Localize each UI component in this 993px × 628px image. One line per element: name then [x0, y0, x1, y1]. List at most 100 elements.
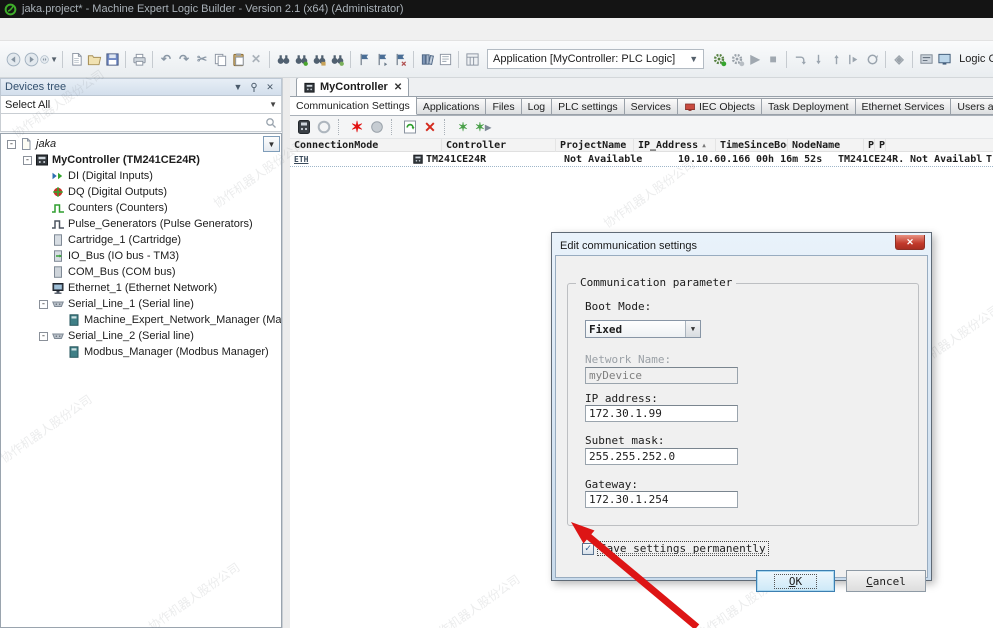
devices-search-input[interactable]: [5, 117, 265, 129]
open-file-icon[interactable]: [85, 50, 103, 68]
table-column-header[interactable]: Controller: [442, 139, 556, 152]
menu-item[interactable]: [24, 26, 42, 32]
table-column-header[interactable]: TimeSinceBoot: [716, 139, 788, 152]
blink-icon[interactable]: ✶: [347, 117, 367, 137]
table-column-header[interactable]: ConnectionMode: [290, 139, 442, 152]
tree-item[interactable]: - Serial_Line_2 (Serial line): [1, 328, 281, 344]
step-over-icon[interactable]: [791, 50, 809, 68]
tree-expander[interactable]: -: [7, 140, 16, 149]
tree-item[interactable]: IO_Bus (IO bus - TM3): [1, 248, 281, 264]
document-tab-mycontroller[interactable]: MyController ✕: [296, 78, 409, 96]
save-settings-checkbox[interactable]: ✓: [582, 543, 594, 555]
device-screen-icon[interactable]: [935, 50, 953, 68]
menu-item[interactable]: [96, 26, 114, 32]
tree-item[interactable]: Counters (Counters): [1, 200, 281, 216]
ok-button[interactable]: OK: [756, 570, 835, 592]
undo-icon[interactable]: ↶: [157, 50, 175, 68]
menu-item[interactable]: [42, 26, 60, 32]
tree-item[interactable]: Modbus_Manager (Modbus Manager): [1, 344, 281, 360]
save-icon[interactable]: [103, 50, 121, 68]
settings-tab[interactable]: IEC Objects: [678, 98, 762, 115]
device-catalog-icon[interactable]: [463, 50, 481, 68]
stop-icon[interactable]: ■: [764, 50, 782, 68]
navigate-icon[interactable]: ▼: [40, 50, 58, 68]
tree-item[interactable]: Machine_Expert_Network_Manager (Machine …: [1, 312, 281, 328]
tree-item[interactable]: - MyController (TM241CE24R): [1, 152, 281, 168]
refresh-icon[interactable]: [400, 117, 420, 137]
tree-dropdown-button[interactable]: ▼: [263, 136, 280, 152]
paste-icon[interactable]: [229, 50, 247, 68]
cancel-button[interactable]: Cancel: [846, 570, 926, 592]
gateway-icon[interactable]: [294, 117, 314, 137]
tree-item[interactable]: - jaka: [1, 136, 281, 152]
cut-icon[interactable]: ✂: [193, 50, 211, 68]
application-selector[interactable]: Application [MyController: PLC Logic] ▼: [487, 49, 704, 69]
menu-item[interactable]: [150, 26, 168, 32]
settings-tab[interactable]: Services: [625, 98, 678, 115]
tree-item[interactable]: DQ (Digital Outputs): [1, 184, 281, 200]
star-go-icon[interactable]: ✶▶: [473, 117, 493, 137]
menu-item[interactable]: [114, 26, 132, 32]
settings-tab[interactable]: Files: [486, 98, 521, 115]
tree-expander[interactable]: -: [23, 156, 32, 165]
bookmark-next-icon[interactable]: [373, 50, 391, 68]
ip-address-field[interactable]: 172.30.1.99: [585, 405, 738, 422]
wink-icon[interactable]: [367, 117, 387, 137]
logout-icon[interactable]: [728, 50, 746, 68]
bookmark-icon[interactable]: [355, 50, 373, 68]
step-out-icon[interactable]: [827, 50, 845, 68]
table-column-header[interactable]: NodeName: [788, 139, 864, 152]
table-column-header[interactable]: ProjectName: [556, 139, 634, 152]
replace-project-icon[interactable]: [328, 50, 346, 68]
tree-item[interactable]: Pulse_Generators (Pulse Generators): [1, 216, 281, 232]
find-icon[interactable]: [274, 50, 292, 68]
settings-tab[interactable]: Ethernet Services: [856, 98, 952, 115]
table-row[interactable]: ETH TM241CE24R Not Available 10.10.60.16…: [290, 152, 993, 167]
tree-item[interactable]: COM_Bus (COM bus): [1, 264, 281, 280]
settings-tab[interactable]: Communication Settings: [290, 97, 417, 115]
menu-item[interactable]: [168, 26, 186, 32]
save-settings-label[interactable]: Save settings permanently: [598, 542, 768, 555]
flow-control-icon[interactable]: [917, 50, 935, 68]
close-icon[interactable]: ✕: [263, 81, 277, 94]
quick-replace-icon[interactable]: [292, 50, 310, 68]
bookmark-clear-icon[interactable]: [391, 50, 409, 68]
tree-item[interactable]: Ethernet_1 (Ethernet Network): [1, 280, 281, 296]
step-into-icon[interactable]: [809, 50, 827, 68]
dialog-titlebar[interactable]: Edit communication settings ✕: [555, 236, 928, 255]
table-column-header[interactable]: ProjectAuthor: [864, 139, 875, 152]
search-project-icon[interactable]: [310, 50, 328, 68]
settings-tab[interactable]: Task Deployment: [762, 98, 856, 115]
table-column-header[interactable]: P: [875, 139, 886, 152]
forward-icon[interactable]: [22, 50, 40, 68]
pin-icon[interactable]: [247, 81, 261, 94]
back-icon[interactable]: [4, 50, 22, 68]
clear-icon[interactable]: ✕: [420, 117, 440, 137]
tree-expander[interactable]: -: [39, 332, 48, 341]
star-icon[interactable]: ✶: [453, 117, 473, 137]
reset-icon[interactable]: ◈: [890, 50, 908, 68]
connection-mode-link[interactable]: ETH: [294, 155, 308, 164]
tree-expander[interactable]: -: [39, 300, 48, 309]
tree-item[interactable]: Cartridge_1 (Cartridge): [1, 232, 281, 248]
gateway-field[interactable]: 172.30.1.254: [585, 491, 738, 508]
start-icon[interactable]: ▶: [746, 50, 764, 68]
subnet-mask-field[interactable]: 255.255.252.0: [585, 448, 738, 465]
login-icon[interactable]: [710, 50, 728, 68]
menu-item[interactable]: [60, 26, 78, 32]
print-icon[interactable]: [130, 50, 148, 68]
settings-tab[interactable]: Log: [522, 98, 553, 115]
settings-tab[interactable]: PLC settings: [552, 98, 625, 115]
menu-item[interactable]: [78, 26, 96, 32]
devices-filter-select[interactable]: Select All ▼: [0, 96, 282, 114]
library-icon[interactable]: [418, 50, 436, 68]
netscan-icon[interactable]: [314, 117, 334, 137]
single-cycle-icon[interactable]: [863, 50, 881, 68]
new-file-icon[interactable]: [67, 50, 85, 68]
tree-item[interactable]: DI (Digital Inputs): [1, 168, 281, 184]
menu-item[interactable]: [132, 26, 150, 32]
panel-menu-icon[interactable]: ▼: [231, 81, 245, 94]
delete-icon[interactable]: ✕: [247, 50, 265, 68]
settings-tab[interactable]: Users and Groups: [951, 98, 993, 115]
copy-icon[interactable]: [211, 50, 229, 68]
